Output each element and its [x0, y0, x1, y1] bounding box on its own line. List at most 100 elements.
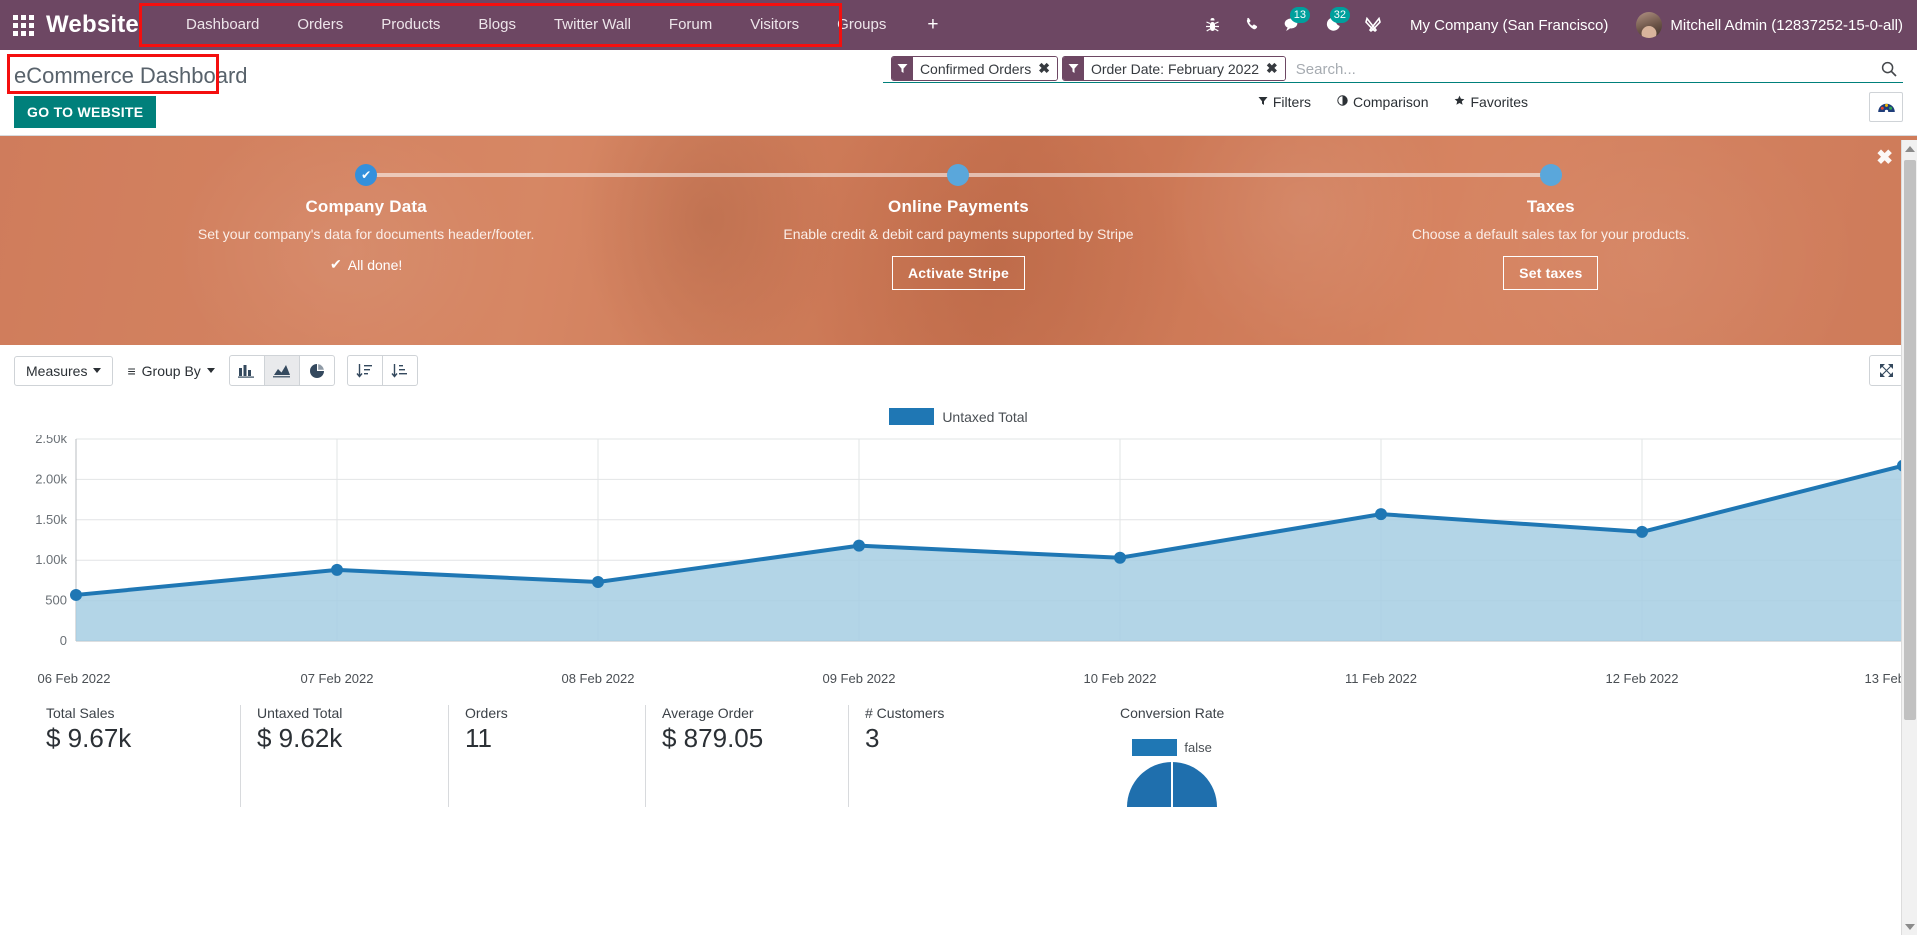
scrollbar-thumb[interactable] [1904, 160, 1916, 720]
svg-text:13 Feb 2022: 13 Feb 2022 [1864, 671, 1903, 686]
svg-text:10 Feb 2022: 10 Feb 2022 [1083, 671, 1156, 686]
menu-item-visitors[interactable]: Visitors [731, 0, 818, 50]
facet-remove-icon[interactable]: ✖ [1038, 57, 1057, 80]
legend-swatch [889, 408, 935, 425]
step-action: ✔ All done! [70, 256, 662, 274]
bug-icon[interactable] [1194, 0, 1232, 50]
menu-item-forum[interactable]: Forum [650, 0, 731, 50]
scroll-down-icon[interactable] [1902, 918, 1917, 935]
user-name: Mitchell Admin (12837252-15-0-all) [1670, 16, 1903, 34]
chart-legend: Untaxed Total [14, 408, 1903, 425]
favorites-label: Favorites [1470, 94, 1529, 110]
measures-dropdown[interactable]: Measures [14, 355, 114, 386]
pie-chart-icon[interactable] [298, 355, 335, 386]
menu-item-orders[interactable]: Orders [278, 0, 362, 50]
go-to-website-button[interactable]: GO TO WEBSITE [14, 96, 157, 128]
dashboard-gauge-icon[interactable] [1869, 92, 1903, 122]
sort-group [346, 355, 418, 386]
chevron-down-icon [93, 368, 102, 373]
check-icon: ✔ [361, 168, 372, 182]
svg-text:0: 0 [60, 633, 67, 648]
menu-item-groups[interactable]: Groups [818, 0, 905, 50]
onboarding-steps: ✔ Company Data Set your company's data f… [0, 136, 1917, 345]
kpi-label: Untaxed Total [257, 705, 343, 721]
kpi-value: 3 [865, 723, 880, 753]
search-input[interactable] [1289, 56, 1875, 82]
facet-remove-icon[interactable]: ✖ [1266, 57, 1285, 80]
star-icon [1454, 95, 1465, 109]
menu-item-twitter-wall[interactable]: Twitter Wall [535, 0, 650, 50]
step-title: Online Payments [888, 197, 1029, 216]
facet-order-date[interactable]: Order Date: February 2022 ✖ [1061, 56, 1286, 81]
chart-type-group [228, 355, 335, 386]
search-icon[interactable] [1875, 56, 1903, 82]
apps-grid-icon [12, 14, 34, 36]
step-title: Taxes [1526, 197, 1575, 216]
set-taxes-button[interactable]: Set taxes [1503, 256, 1599, 290]
company-selector[interactable]: My Company (San Francisco) [1394, 17, 1624, 34]
group-by-dropdown[interactable]: ≡ Group By [125, 357, 216, 385]
menu-item-dashboard[interactable]: Dashboard [167, 0, 278, 50]
phone-icon[interactable] [1234, 0, 1272, 50]
step-dot-pending[interactable] [1539, 164, 1562, 186]
svg-text:07 Feb 2022: 07 Feb 2022 [300, 671, 373, 686]
activate-stripe-button[interactable]: Activate Stripe [891, 256, 1026, 290]
search-toggles: Filters Comparison Favorites [883, 83, 1903, 110]
navbar-right: 13 32 My Company (San Francisco) Mitchel… [1194, 0, 1917, 50]
kpi-value: $ 9.62k [257, 723, 343, 753]
kpi-untaxed-total: Untaxed Total $ 9.62k [240, 705, 448, 807]
step-dot-done[interactable]: ✔ [355, 164, 378, 186]
svg-text:1.50k: 1.50k [35, 512, 67, 527]
kpi-total-sales: Total Sales $ 9.67k [30, 705, 240, 807]
conversion-legend: false [1120, 739, 1224, 756]
line-chart-icon[interactable] [263, 355, 300, 386]
check-icon: ✔ [330, 256, 342, 272]
legend-label: false [1184, 740, 1212, 755]
avatar [1636, 12, 1663, 38]
sort-descending-icon[interactable] [346, 355, 383, 386]
sort-ascending-icon[interactable] [381, 355, 418, 386]
menu-item-blogs[interactable]: Blogs [459, 0, 535, 50]
favorites-toggle[interactable]: Favorites [1454, 94, 1528, 110]
chevron-down-icon [206, 368, 215, 373]
messages-icon[interactable]: 13 [1274, 0, 1312, 50]
brand-title[interactable]: Website [46, 11, 139, 39]
control-panel-left: eCommerce Dashboard GO TO WEBSITE [14, 56, 883, 128]
scroll-up-icon[interactable] [1902, 140, 1917, 157]
step-progress [662, 160, 1255, 190]
svg-text:08 Feb 2022: 08 Feb 2022 [561, 671, 634, 686]
activities-badge: 32 [1329, 7, 1350, 23]
bar-chart-icon[interactable] [228, 355, 265, 386]
onboarding-step-taxes: Taxes Choose a default sales tax for you… [1254, 160, 1847, 345]
step-description: Enable credit & debit card payments supp… [783, 226, 1134, 242]
step-action: Activate Stripe [662, 256, 1254, 290]
chart-x-axis: 06 Feb 2022 07 Feb 2022 08 Feb 2022 09 Feb … [37, 671, 1917, 686]
facet-label: Confirmed Orders [912, 57, 1039, 80]
step-description: Set your company's data for documents he… [197, 226, 535, 242]
apps-menu-button[interactable] [0, 14, 46, 36]
onboarding-step-company-data: ✔ Company Data Set your company's data f… [70, 160, 663, 345]
step-dot-pending[interactable] [947, 164, 970, 186]
activities-icon[interactable]: 32 [1314, 0, 1352, 50]
page-title: eCommerce Dashboard [14, 63, 248, 88]
expand-icon[interactable] [1869, 355, 1903, 386]
add-menu-button[interactable]: + [905, 14, 960, 36]
facet-confirmed-orders[interactable]: Confirmed Orders ✖ [890, 56, 1058, 81]
tools-icon[interactable] [1354, 0, 1392, 50]
conversion-pie-chart[interactable] [1127, 762, 1218, 807]
menu-item-products[interactable]: Products [362, 0, 459, 50]
kpi-label: # Customers [865, 705, 945, 721]
page-scrollbar[interactable] [1901, 140, 1917, 935]
legend-swatch [1132, 739, 1178, 756]
filters-toggle[interactable]: Filters [1258, 94, 1311, 110]
kpi-label: Orders [465, 705, 508, 721]
kpi-label: Average Order [662, 705, 754, 721]
step-title: Company Data [305, 197, 427, 216]
svg-text:500: 500 [45, 593, 67, 608]
user-menu[interactable]: Mitchell Admin (12837252-15-0-all) [1626, 12, 1903, 38]
comparison-toggle[interactable]: Comparison [1337, 94, 1428, 110]
onboarding-step-online-payments: Online Payments Enable credit & debit ca… [662, 160, 1255, 345]
svg-text:12 Feb 2022: 12 Feb 2022 [1605, 671, 1678, 686]
close-icon[interactable]: ✖ [1876, 148, 1893, 168]
chart-plot-area[interactable]: 0 500 1.00k 1.50k 2.00k 2.50k [14, 435, 1903, 665]
